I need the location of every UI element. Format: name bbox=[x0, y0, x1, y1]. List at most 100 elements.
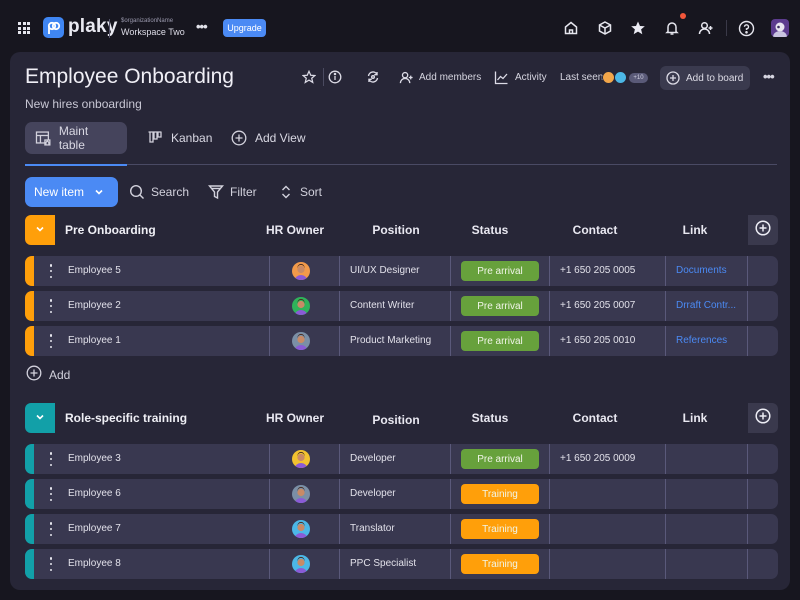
contact-cell[interactable]: +1 650 205 0009 bbox=[560, 453, 635, 464]
more-viewers-badge[interactable]: +10 bbox=[629, 73, 648, 83]
add-column-button[interactable] bbox=[748, 215, 778, 245]
row-menu-icon[interactable] bbox=[49, 334, 53, 348]
position-cell[interactable]: Developer bbox=[350, 488, 396, 499]
table-row[interactable]: Employee 6 Developer Training bbox=[25, 479, 778, 509]
position-cell[interactable]: Product Marketing bbox=[350, 335, 431, 346]
workspace-name[interactable]: Workspace Two bbox=[121, 27, 185, 37]
table-row[interactable]: Employee 1 Product Marketing Pre arrival +1… bbox=[25, 326, 778, 356]
column-header-status[interactable]: Status bbox=[450, 411, 530, 425]
group-color-bar bbox=[25, 444, 34, 474]
row-menu-icon[interactable] bbox=[49, 487, 53, 501]
item-name[interactable]: Employee 1 bbox=[68, 335, 121, 346]
status-badge[interactable]: Pre arrival bbox=[461, 449, 539, 469]
item-name[interactable]: Employee 3 bbox=[68, 453, 121, 464]
item-name[interactable]: Employee 5 bbox=[68, 265, 121, 276]
add-column-button[interactable] bbox=[748, 403, 778, 433]
status-badge[interactable]: Training bbox=[461, 554, 539, 574]
contact-cell[interactable]: +1 650 205 0010 bbox=[560, 335, 635, 346]
hr-owner-avatar[interactable] bbox=[292, 520, 310, 538]
plus-circle-icon bbox=[26, 365, 42, 384]
contact-cell[interactable]: +1 650 205 0007 bbox=[560, 300, 635, 311]
item-name[interactable]: Employee 6 bbox=[68, 488, 121, 499]
position-cell[interactable]: Developer bbox=[350, 453, 396, 464]
row-menu-icon[interactable] bbox=[49, 264, 53, 278]
column-header-owner[interactable]: HR Owner bbox=[263, 223, 327, 237]
status-badge[interactable]: Pre arrival bbox=[461, 331, 539, 351]
viewer-avatar[interactable] bbox=[614, 71, 627, 84]
group-collapse-toggle[interactable] bbox=[25, 403, 55, 433]
sync-icon[interactable] bbox=[364, 68, 382, 86]
cube-icon[interactable] bbox=[596, 19, 614, 37]
hr-owner-avatar[interactable] bbox=[292, 262, 310, 280]
group-title[interactable]: Role-specific training bbox=[65, 411, 187, 425]
link-cell[interactable]: Drraft Contr... bbox=[676, 300, 736, 311]
column-header-status[interactable]: Status bbox=[450, 223, 530, 237]
hr-owner-avatar[interactable] bbox=[292, 555, 310, 573]
column-header-owner[interactable]: HR Owner bbox=[263, 411, 327, 425]
plus-circle-icon bbox=[755, 407, 771, 429]
hr-owner-avatar[interactable] bbox=[292, 297, 310, 315]
activity-button[interactable]: Activity bbox=[515, 72, 547, 83]
status-badge[interactable]: Pre arrival bbox=[461, 296, 539, 316]
apps-grid-icon[interactable] bbox=[18, 22, 30, 34]
plaky-logo-icon[interactable] bbox=[43, 17, 64, 38]
add-item-button[interactable]: Add bbox=[26, 365, 70, 384]
favorite-star-icon[interactable] bbox=[300, 68, 318, 86]
status-badge[interactable]: Pre arrival bbox=[461, 261, 539, 281]
search-button[interactable]: Search bbox=[129, 177, 189, 207]
contact-cell[interactable]: +1 650 205 0005 bbox=[560, 265, 635, 276]
filter-button[interactable]: Filter bbox=[208, 177, 257, 207]
position-cell[interactable]: Content Writer bbox=[350, 300, 414, 311]
table-row[interactable]: Employee 5 UI/UX Designer Pre arrival +1 65… bbox=[25, 256, 778, 286]
add-user-icon[interactable] bbox=[697, 19, 715, 37]
tab-main-table[interactable]: Maint table bbox=[25, 122, 127, 154]
add-members-icon[interactable] bbox=[397, 68, 415, 86]
link-cell[interactable]: References bbox=[676, 335, 727, 346]
status-badge[interactable]: Training bbox=[461, 484, 539, 504]
tab-add-view[interactable]: Add View bbox=[231, 122, 305, 154]
row-menu-icon[interactable] bbox=[49, 557, 53, 571]
table-row[interactable]: Employee 8 PPC Specialist Training bbox=[25, 549, 778, 579]
item-name[interactable]: Employee 2 bbox=[68, 300, 121, 311]
row-menu-icon[interactable] bbox=[49, 522, 53, 536]
position-cell[interactable]: PPC Specialist bbox=[350, 558, 416, 569]
item-name[interactable]: Employee 7 bbox=[68, 523, 121, 534]
workspace-more-icon[interactable]: ••• bbox=[196, 19, 208, 34]
more-options-icon[interactable]: ••• bbox=[763, 69, 775, 84]
activity-chart-icon[interactable] bbox=[492, 68, 510, 86]
sort-button[interactable]: Sort bbox=[278, 177, 322, 207]
star-icon[interactable] bbox=[629, 19, 647, 37]
hr-owner-avatar[interactable] bbox=[292, 450, 310, 468]
status-badge[interactable]: Training bbox=[461, 519, 539, 539]
hr-owner-avatar[interactable] bbox=[292, 485, 310, 503]
bell-icon[interactable] bbox=[663, 19, 681, 37]
user-avatar[interactable] bbox=[771, 19, 789, 37]
column-header-position[interactable]: Position bbox=[351, 223, 441, 237]
table-row[interactable]: Employee 3 Developer Pre arrival +1 650 205… bbox=[25, 444, 778, 474]
column-header-contact[interactable]: Contact bbox=[550, 411, 640, 425]
item-name[interactable]: Employee 8 bbox=[68, 558, 121, 569]
add-members-button[interactable]: Add members bbox=[419, 72, 481, 83]
table-row[interactable]: Employee 7 Translator Training bbox=[25, 514, 778, 544]
group-title[interactable]: Pre Onboarding bbox=[65, 223, 156, 237]
column-header-link[interactable]: Link bbox=[670, 411, 720, 425]
row-menu-icon[interactable] bbox=[49, 452, 53, 466]
column-header-position[interactable]: Position bbox=[351, 413, 441, 427]
group-header: Pre Onboarding HR Owner Position Status Cont… bbox=[25, 215, 778, 245]
new-item-button[interactable]: New item bbox=[25, 177, 118, 207]
tab-kanban[interactable]: Kanban bbox=[147, 122, 212, 154]
link-cell[interactable]: Documents bbox=[676, 265, 727, 276]
add-to-board-button[interactable]: Add to board bbox=[660, 66, 750, 90]
column-header-link[interactable]: Link bbox=[670, 223, 720, 237]
home-icon[interactable] bbox=[562, 19, 580, 37]
info-icon[interactable] bbox=[326, 68, 344, 86]
column-header-contact[interactable]: Contact bbox=[550, 223, 640, 237]
row-menu-icon[interactable] bbox=[49, 299, 53, 313]
table-row[interactable]: Employee 2 Content Writer Pre arrival +1 65… bbox=[25, 291, 778, 321]
position-cell[interactable]: Translator bbox=[350, 523, 395, 534]
position-cell[interactable]: UI/UX Designer bbox=[350, 265, 419, 276]
group-collapse-toggle[interactable] bbox=[25, 215, 55, 245]
hr-owner-avatar[interactable] bbox=[292, 332, 310, 350]
help-icon[interactable] bbox=[737, 19, 755, 37]
upgrade-button[interactable]: Upgrade bbox=[223, 19, 266, 37]
